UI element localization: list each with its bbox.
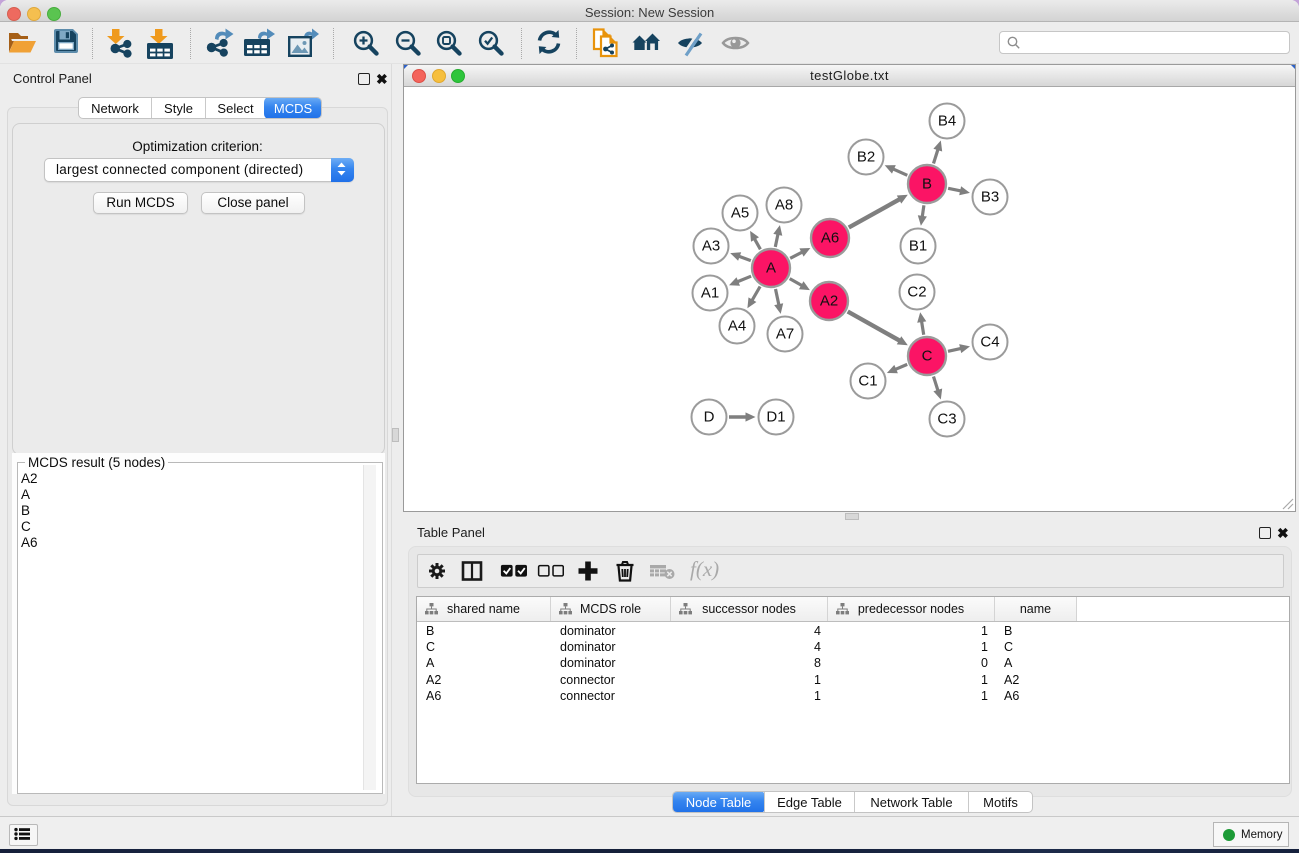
svg-text:A6: A6 <box>821 230 839 247</box>
svg-text:B4: B4 <box>938 113 956 130</box>
svg-text:B2: B2 <box>857 149 875 166</box>
svg-text:A8: A8 <box>775 197 793 214</box>
svg-text:D1: D1 <box>766 409 785 426</box>
svg-text:C3: C3 <box>937 411 956 428</box>
svg-text:B3: B3 <box>981 189 999 206</box>
svg-text:C2: C2 <box>907 284 926 301</box>
svg-text:C1: C1 <box>858 373 877 390</box>
svg-text:D: D <box>704 409 715 426</box>
svg-text:A5: A5 <box>731 205 749 222</box>
svg-text:A: A <box>766 260 776 277</box>
svg-text:A2: A2 <box>820 293 838 310</box>
svg-text:B1: B1 <box>909 238 927 255</box>
svg-text:A3: A3 <box>702 238 720 255</box>
svg-text:C: C <box>922 348 933 365</box>
svg-text:A4: A4 <box>728 318 746 335</box>
svg-text:A7: A7 <box>776 326 794 343</box>
svg-text:A1: A1 <box>701 285 719 302</box>
svg-text:B: B <box>922 176 932 193</box>
svg-text:C4: C4 <box>980 334 999 351</box>
